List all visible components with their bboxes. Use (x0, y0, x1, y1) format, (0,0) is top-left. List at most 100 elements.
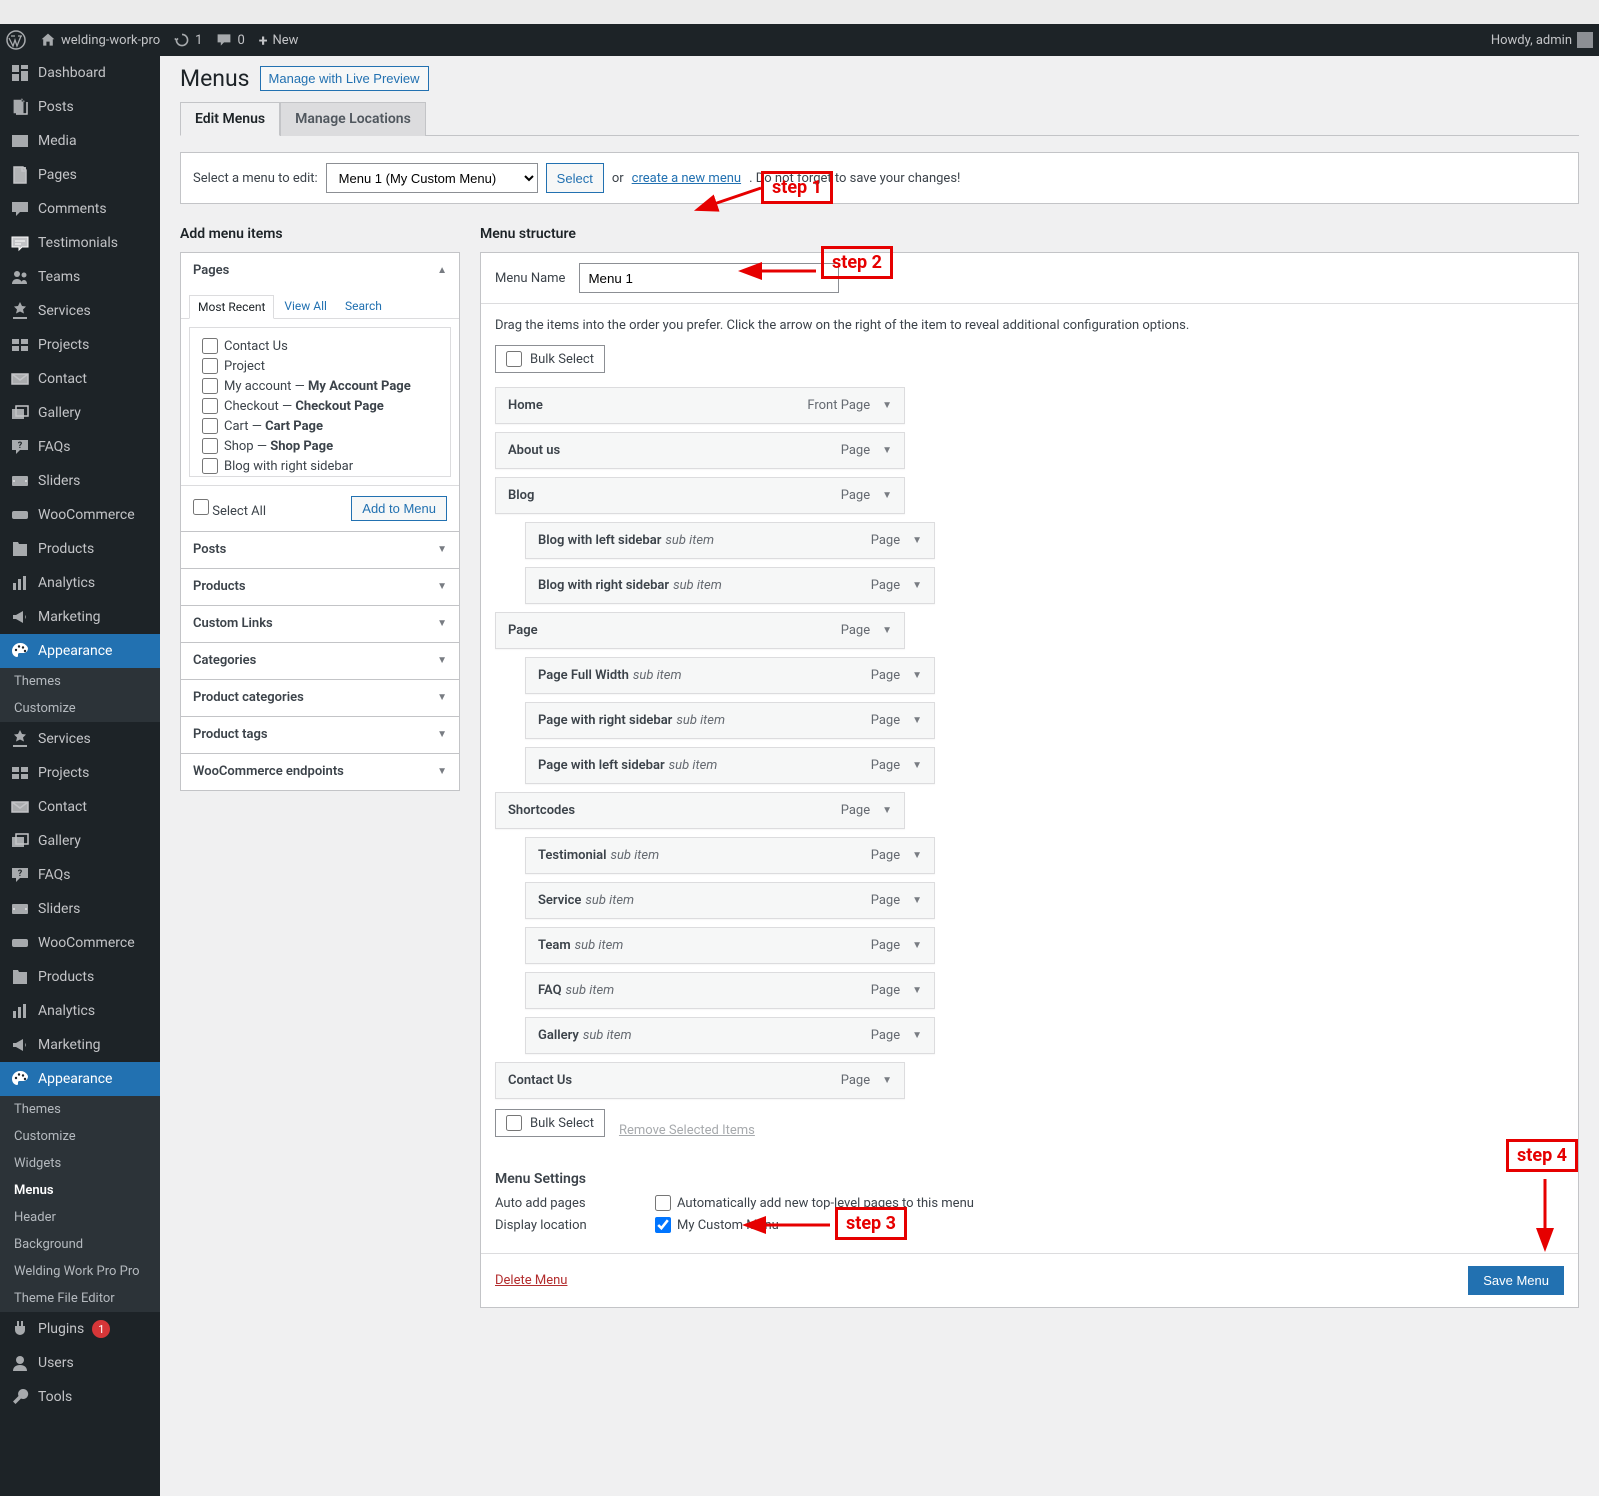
accordion-woocommerce-endpoints[interactable]: WooCommerce endpoints▼ (181, 754, 459, 790)
expand-icon[interactable]: ▼ (912, 580, 922, 591)
sidebar-item-appearance[interactable]: Appearance (0, 634, 160, 668)
sidebar-subitem-menus[interactable]: Menus (0, 1177, 160, 1204)
updates-link[interactable]: 1 (174, 32, 202, 48)
accordion-products[interactable]: Products▼ (181, 569, 459, 605)
display-location-checkbox-label[interactable]: My Custom Menu (655, 1217, 779, 1233)
menu-item[interactable]: PagePage▼ (495, 612, 905, 649)
auto-add-checkbox-label[interactable]: Automatically add new top-level pages to… (655, 1195, 974, 1211)
menu-item[interactable]: ShortcodesPage▼ (495, 792, 905, 829)
sidebar-item-projects[interactable]: Projects (0, 756, 160, 790)
expand-icon[interactable]: ▼ (882, 625, 892, 636)
comments-link[interactable]: 0 (216, 32, 244, 48)
menu-item[interactable]: FAQsub itemPage▼ (525, 972, 935, 1009)
howdy-link[interactable]: Howdy, admin (1491, 32, 1593, 48)
sidebar-item-teams[interactable]: Teams (0, 260, 160, 294)
sidebar-item-woocommerce[interactable]: WooCommerce (0, 498, 160, 532)
expand-icon[interactable]: ▼ (912, 715, 922, 726)
menu-item[interactable]: HomeFront Page▼ (495, 387, 905, 424)
menu-item[interactable]: Teamsub itemPage▼ (525, 927, 935, 964)
sidebar-item-plugins[interactable]: Plugins1 (0, 1312, 160, 1346)
menu-name-input[interactable] (579, 263, 839, 293)
create-menu-link[interactable]: create a new menu (632, 171, 741, 186)
sidebar-item-services[interactable]: Services (0, 294, 160, 328)
menu-select[interactable]: Menu 1 (My Custom Menu) (326, 163, 538, 193)
sidebar-item-pages[interactable]: Pages (0, 158, 160, 192)
sidebar-item-faqs[interactable]: ?FAQs (0, 858, 160, 892)
sidebar-subitem-customize[interactable]: Customize (0, 1123, 160, 1150)
accordion-categories[interactable]: Categories▼ (181, 643, 459, 679)
accordion-product-tags[interactable]: Product tags▼ (181, 717, 459, 753)
expand-icon[interactable]: ▼ (912, 985, 922, 996)
sidebar-item-dashboard[interactable]: Dashboard (0, 56, 160, 90)
sidebar-item-projects[interactable]: Projects (0, 328, 160, 362)
expand-icon[interactable]: ▼ (912, 670, 922, 681)
select-button[interactable]: Select (546, 163, 604, 193)
expand-icon[interactable]: ▼ (912, 1030, 922, 1041)
menu-item[interactable]: Page Full Widthsub itemPage▼ (525, 657, 935, 694)
sidebar-item-users[interactable]: Users (0, 1346, 160, 1380)
new-content-link[interactable]: +New (259, 31, 299, 50)
sidebar-item-gallery[interactable]: Gallery (0, 824, 160, 858)
menu-item[interactable]: Contact UsPage▼ (495, 1062, 905, 1099)
expand-icon[interactable]: ▼ (912, 940, 922, 951)
menu-item[interactable]: Blog with left sidebarsub itemPage▼ (525, 522, 935, 559)
bulk-select-bottom[interactable]: Bulk Select (495, 1109, 605, 1137)
expand-icon[interactable]: ▼ (912, 850, 922, 861)
sidebar-subitem-header[interactable]: Header (0, 1204, 160, 1231)
sidebar-item-contact[interactable]: Contact (0, 362, 160, 396)
sidebar-item-sliders[interactable]: Sliders (0, 464, 160, 498)
sidebar-item-appearance[interactable]: Appearance (0, 1062, 160, 1096)
menu-item[interactable]: BlogPage▼ (495, 477, 905, 514)
sidebar-subitem-themes[interactable]: Themes (0, 1096, 160, 1123)
menu-item[interactable]: Gallerysub itemPage▼ (525, 1017, 935, 1054)
live-preview-button[interactable]: Manage with Live Preview (260, 66, 429, 91)
sidebar-item-testimonials[interactable]: Testimonials (0, 226, 160, 260)
sidebar-item-tools[interactable]: Tools (0, 1380, 160, 1414)
delete-menu-link[interactable]: Delete Menu (495, 1273, 567, 1288)
sidebar-item-analytics[interactable]: Analytics (0, 994, 160, 1028)
tab-manage-locations[interactable]: Manage Locations (280, 102, 426, 136)
menu-item[interactable]: Blog with right sidebarsub itemPage▼ (525, 567, 935, 604)
save-menu-button[interactable]: Save Menu (1468, 1266, 1564, 1295)
subtab-search[interactable]: Search (337, 295, 390, 318)
auto-add-checkbox[interactable] (655, 1195, 671, 1211)
sidebar-subitem-customize[interactable]: Customize (0, 695, 160, 722)
sidebar-item-marketing[interactable]: Marketing (0, 600, 160, 634)
sidebar-item-woocommerce[interactable]: WooCommerce (0, 926, 160, 960)
expand-icon[interactable]: ▼ (912, 535, 922, 546)
menu-item[interactable]: About usPage▼ (495, 432, 905, 469)
menu-item[interactable]: Servicesub itemPage▼ (525, 882, 935, 919)
display-location-checkbox[interactable] (655, 1217, 671, 1233)
sidebar-item-posts[interactable]: Posts (0, 90, 160, 124)
sidebar-item-analytics[interactable]: Analytics (0, 566, 160, 600)
sidebar-item-media[interactable]: Media (0, 124, 160, 158)
sidebar-item-services[interactable]: Services (0, 722, 160, 756)
expand-icon[interactable]: ▼ (882, 1075, 892, 1086)
sidebar-subitem-theme-file-editor[interactable]: Theme File Editor (0, 1285, 160, 1312)
subtab-view-all[interactable]: View All (276, 295, 335, 318)
sidebar-subitem-widgets[interactable]: Widgets (0, 1150, 160, 1177)
expand-icon[interactable]: ▼ (912, 760, 922, 771)
sidebar-item-products[interactable]: Products (0, 532, 160, 566)
menu-item[interactable]: Page with right sidebarsub itemPage▼ (525, 702, 935, 739)
sidebar-subitem-welding-work-pro-pro[interactable]: Welding Work Pro Pro (0, 1258, 160, 1285)
expand-icon[interactable]: ▼ (882, 805, 892, 816)
site-link[interactable]: welding-work-pro (40, 32, 160, 48)
sidebar-item-products[interactable]: Products (0, 960, 160, 994)
expand-icon[interactable]: ▼ (882, 400, 892, 411)
expand-icon[interactable]: ▼ (882, 490, 892, 501)
tab-edit-menus[interactable]: Edit Menus (180, 102, 280, 136)
sidebar-item-contact[interactable]: Contact (0, 790, 160, 824)
accordion-product-categories[interactable]: Product categories▼ (181, 680, 459, 716)
bulk-select-top[interactable]: Bulk Select (495, 345, 605, 373)
accordion-custom-links[interactable]: Custom Links▼ (181, 606, 459, 642)
expand-icon[interactable]: ▼ (912, 895, 922, 906)
expand-icon[interactable]: ▼ (882, 445, 892, 456)
sidebar-subitem-themes[interactable]: Themes (0, 668, 160, 695)
menu-item[interactable]: Page with left sidebarsub itemPage▼ (525, 747, 935, 784)
menu-item[interactable]: Testimonialsub itemPage▼ (525, 837, 935, 874)
sidebar-item-faqs[interactable]: ?FAQs (0, 430, 160, 464)
accordion-pages[interactable]: Pages▲ (181, 253, 459, 289)
sidebar-item-comments[interactable]: Comments (0, 192, 160, 226)
accordion-posts[interactable]: Posts▼ (181, 532, 459, 568)
